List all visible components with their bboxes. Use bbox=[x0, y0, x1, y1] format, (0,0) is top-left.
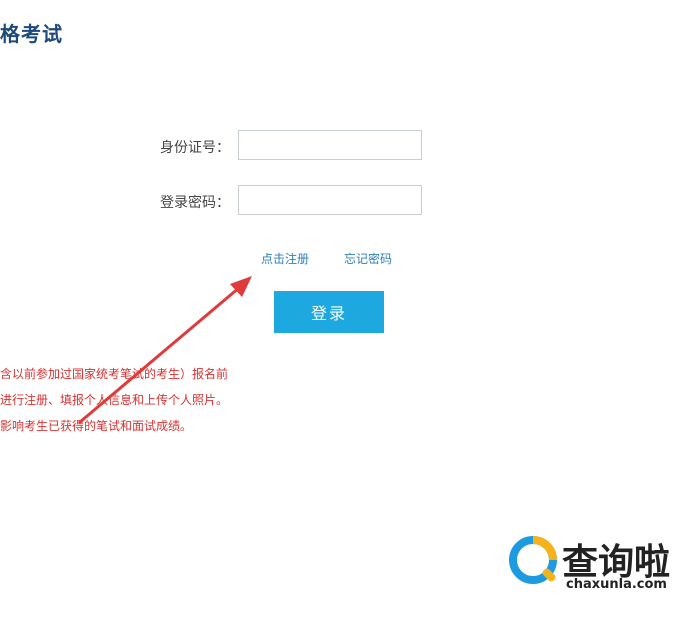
notice-line: 含以前参加过国家统考笔试的考生）报名前 bbox=[0, 367, 229, 381]
id-number-row: 身份证号： bbox=[0, 130, 682, 164]
login-button[interactable]: 登录 bbox=[274, 291, 384, 333]
watermark: 查询啦 chaxunla.com bbox=[506, 533, 676, 597]
forgot-password-link[interactable]: 忘记密码 bbox=[344, 250, 392, 267]
page-title: 格考试 bbox=[0, 22, 63, 46]
notice-line: 进行注册、填报个人信息和上传个人照片。 bbox=[0, 393, 229, 407]
notice-line: 影响考生已获得的笔试和面试成绩。 bbox=[0, 419, 193, 433]
password-row: 登录密码： bbox=[0, 185, 682, 219]
watermark-domain: chaxunla.com bbox=[566, 577, 667, 592]
magnifier-logo-icon bbox=[509, 536, 557, 584]
password-label: 登录密码： bbox=[160, 195, 230, 211]
register-link[interactable]: 点击注册 bbox=[261, 250, 309, 267]
password-input[interactable] bbox=[238, 185, 422, 215]
id-number-label: 身份证号： bbox=[160, 140, 230, 156]
id-number-input[interactable] bbox=[238, 130, 422, 160]
